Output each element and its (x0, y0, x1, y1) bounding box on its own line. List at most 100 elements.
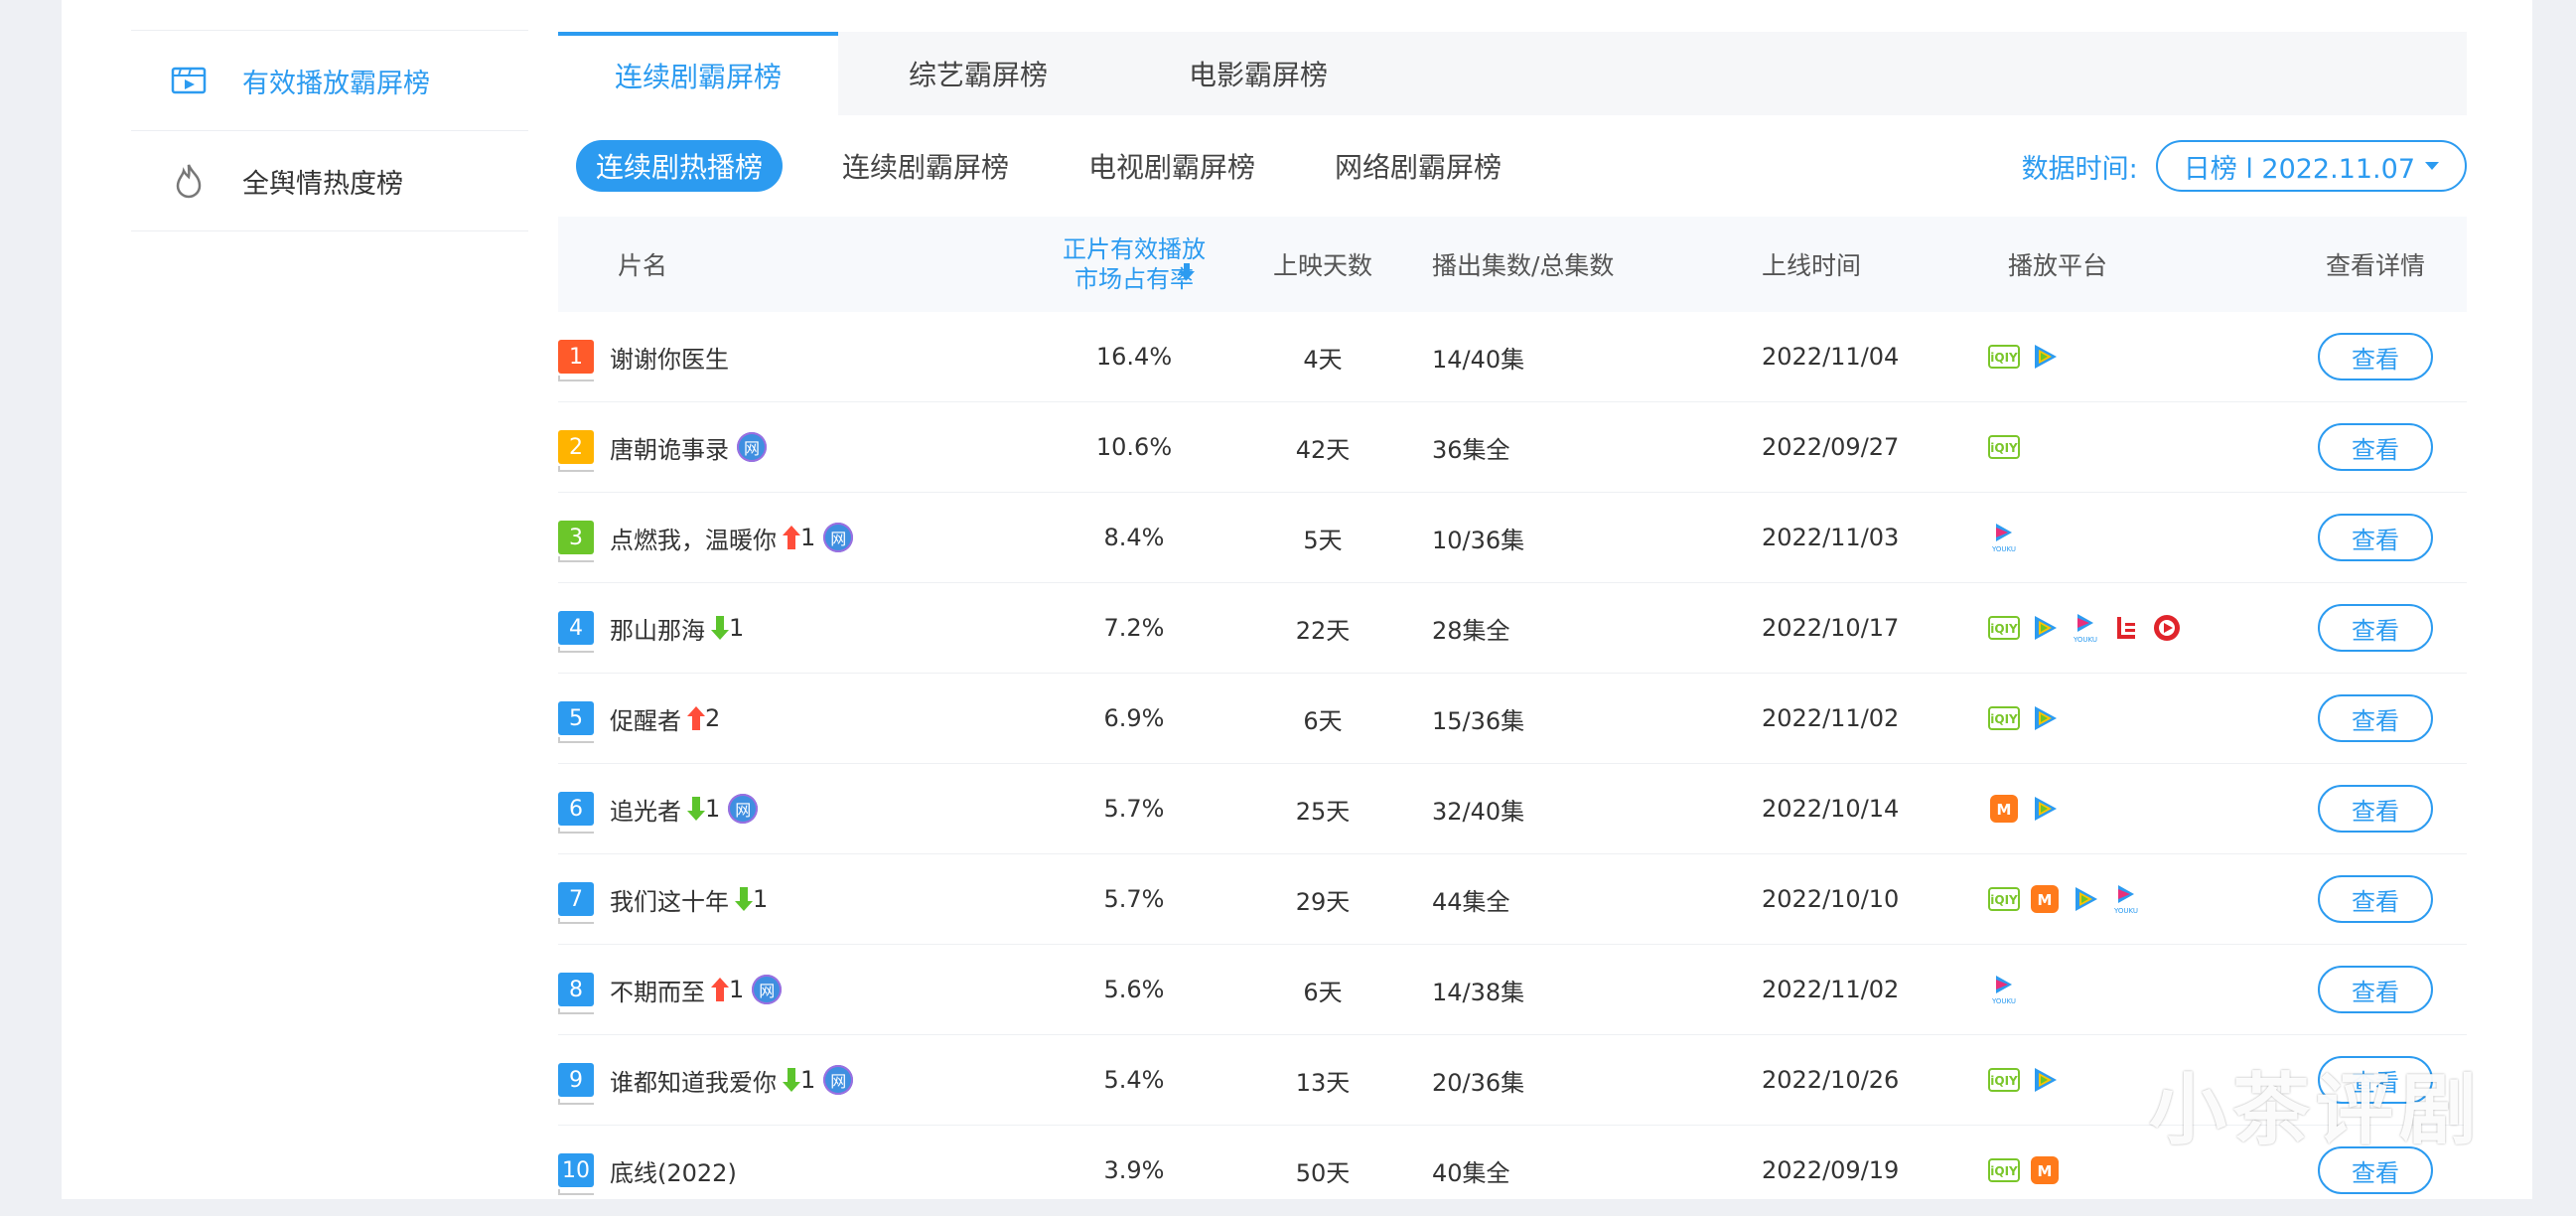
view-detail-button[interactable]: 查看 (2318, 694, 2433, 742)
chevron-down-icon (2425, 162, 2439, 170)
view-detail-button[interactable]: 查看 (2318, 966, 2433, 1013)
platform-iqiyi-icon[interactable]: iQIY (1988, 883, 2020, 915)
platform-tencent-icon[interactable] (2029, 793, 2061, 825)
title-text[interactable]: 不期而至 (610, 973, 705, 1007)
episodes: 14/40集 (1432, 345, 1525, 374)
trend-up-icon: 1 (783, 524, 815, 551)
platform-youku-icon[interactable]: YOUKU (1988, 974, 2020, 1005)
title-text[interactable]: 谁都知道我爱你 (610, 1063, 777, 1098)
film-icon (169, 61, 209, 100)
web-series-badge: 网 (823, 523, 854, 552)
days-on-air: 22天 (1295, 616, 1351, 645)
header-share-line2: 市场占有率 (1074, 265, 1194, 293)
platform-iqiyi-icon[interactable]: iQIY (1988, 431, 2020, 463)
tab-movie[interactable]: 电影霸屏榜 (1118, 32, 1398, 115)
trend-down-icon: 1 (735, 885, 768, 913)
title-text[interactable]: 唐朝诡事录 (610, 430, 729, 465)
title-cell: 10 底线(2022) (558, 1126, 737, 1215)
days-on-air: 4天 (1303, 345, 1343, 374)
title-cell: 2 唐朝诡事录网 (558, 402, 767, 492)
platform-tencent-icon[interactable] (2029, 1064, 2061, 1096)
web-series-badge: 网 (728, 794, 759, 824)
sidebar-item-label: 有效播放霸屏榜 (242, 68, 430, 99)
subtab-series-hot[interactable]: 连续剧热播榜 (576, 140, 784, 192)
table-row: 1 谢谢你医生 16.4% 4天 14/40集 2022/11/04 iQIY 查看 (558, 312, 2467, 402)
title-cell: 6 追光者 1 网 (558, 764, 759, 853)
days-on-air: 42天 (1295, 435, 1351, 464)
title-text[interactable]: 促醒者 (610, 701, 681, 736)
view-detail-button[interactable]: 查看 (2318, 604, 2433, 652)
platform-tencent-icon[interactable] (2029, 702, 2061, 734)
sidebar-item-effective-play[interactable]: 有效播放霸屏榜 (131, 30, 528, 131)
market-share: 5.7% (1103, 795, 1165, 823)
subtab-web-screen[interactable]: 网络剧霸屏榜 (1315, 140, 1521, 192)
market-share: 5.7% (1103, 885, 1165, 913)
rank-change: 1 (753, 885, 769, 913)
platform-list: YOUKU (1988, 945, 2029, 1034)
title-text[interactable]: 谢谢你医生 (610, 340, 729, 375)
market-share: 5.4% (1103, 1066, 1165, 1094)
platform-iqiyi-icon[interactable]: iQIY (1988, 702, 2020, 734)
view-detail-button[interactable]: 查看 (2318, 785, 2433, 833)
rank-badge: 5 (558, 701, 594, 743)
tab-variety[interactable]: 综艺霸屏榜 (838, 32, 1118, 115)
subtab-tv-screen[interactable]: 电视剧霸屏榜 (1069, 140, 1275, 192)
release-date: 2022/10/14 (1762, 795, 1900, 823)
rank-badge: 9 (558, 1063, 594, 1105)
title-text[interactable]: 那山那海 (610, 611, 705, 646)
platform-tencent-icon[interactable] (2029, 341, 2061, 373)
web-series-badge: 网 (737, 432, 767, 462)
trend-down-icon: 1 (687, 795, 720, 823)
platform-letv-icon[interactable] (2110, 612, 2142, 644)
sort-down-icon[interactable] (1179, 258, 1195, 287)
table-header: 片名 正片有效播放 市场占有率 上映天数 播出集数/总集数 上线时间 播放平台 … (558, 217, 2467, 312)
title-text[interactable]: 点燃我，温暖你 (610, 521, 777, 555)
release-date: 2022/10/10 (1762, 885, 1900, 913)
days-on-air: 25天 (1295, 797, 1351, 826)
subtab-series-screen[interactable]: 连续剧霸屏榜 (822, 140, 1029, 192)
platform-youku-icon[interactable]: YOUKU (2110, 883, 2142, 915)
date-select[interactable]: 日榜 l 2022.11.07 (2155, 140, 2467, 192)
release-date: 2022/11/02 (1762, 976, 1900, 1003)
episodes: 40集全 (1432, 1158, 1510, 1187)
platform-youku-icon[interactable]: YOUKU (2070, 612, 2101, 644)
platform-tencent-icon[interactable] (2029, 612, 2061, 644)
view-detail-button[interactable]: 查看 (2318, 423, 2433, 471)
title-text[interactable]: 追光者 (610, 792, 681, 827)
svg-text:iQIY: iQIY (1990, 712, 2018, 726)
trend-down-icon: 1 (711, 614, 744, 642)
market-share: 7.2% (1103, 614, 1165, 642)
view-detail-button[interactable]: 查看 (2318, 333, 2433, 380)
platform-iqiyi-icon[interactable]: iQIY (1988, 1154, 2020, 1186)
platform-list: iQIY (1988, 312, 2070, 401)
market-share: 16.4% (1095, 343, 1173, 371)
platform-youku-icon[interactable]: YOUKU (1988, 522, 2020, 553)
tab-series[interactable]: 连续剧霸屏榜 (558, 32, 838, 115)
title-cell: 4 那山那海 1 (558, 583, 744, 673)
detail-cell: 查看 (2314, 402, 2437, 492)
platform-iqiyi-icon[interactable]: iQIY (1988, 612, 2020, 644)
svg-text:M: M (2038, 1162, 2053, 1180)
right-gutter (2534, 0, 2576, 1199)
platform-mango-icon[interactable]: M (2029, 1154, 2061, 1186)
header-share[interactable]: 正片有效播放 市场占有率 (1025, 217, 1243, 312)
top-tabs: 连续剧霸屏榜 综艺霸屏榜 电影霸屏榜 (558, 32, 2467, 115)
platform-mango-icon[interactable]: M (1988, 793, 2020, 825)
rank-badge: 3 (558, 521, 594, 562)
platform-iqiyi-icon[interactable]: iQIY (1988, 341, 2020, 373)
title-text[interactable]: 我们这十年 (610, 882, 729, 917)
platform-sohu-icon[interactable] (2151, 612, 2183, 644)
svg-text:M: M (1997, 801, 2012, 819)
platform-iqiyi-icon[interactable]: iQIY (1988, 1064, 2020, 1096)
sidebar-item-sentiment[interactable]: 全舆情热度榜 (131, 131, 528, 231)
platform-list: iQIY M YOUKU (1988, 854, 2151, 944)
sidebar-item-label: 全舆情热度榜 (242, 168, 403, 200)
header-date: 上线时间 (1762, 251, 1862, 280)
view-detail-button[interactable]: 查看 (2318, 514, 2433, 561)
episodes: 14/38集 (1432, 978, 1525, 1006)
platform-tencent-icon[interactable] (2070, 883, 2101, 915)
rank-badge: 10 (558, 1153, 594, 1195)
view-detail-button[interactable]: 查看 (2318, 875, 2433, 923)
title-text[interactable]: 底线(2022) (610, 1153, 737, 1188)
platform-mango-icon[interactable]: M (2029, 883, 2061, 915)
